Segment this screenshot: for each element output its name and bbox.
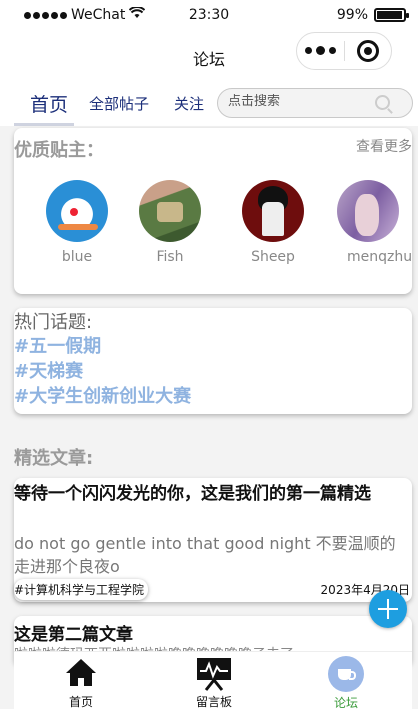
- article-title[interactable]: 这是第二篇文章: [14, 620, 133, 645]
- battery-info: 99%: [336, 7, 409, 23]
- tab-home[interactable]: 首页: [13, 90, 75, 126]
- topic-link[interactable]: #五一假期: [14, 334, 412, 359]
- user-card-sheep[interactable]: Sheep: [241, 180, 305, 265]
- battery-percent: 99%: [336, 7, 368, 23]
- status-bar: WeChat 23:30 99%: [0, 0, 418, 32]
- topic-link[interactable]: #天梯赛: [14, 359, 412, 384]
- featured-articles-heading: 精选文章:: [14, 448, 94, 469]
- user-name: blue: [61, 249, 93, 265]
- tab-all-posts[interactable]: 全部帖子: [89, 93, 149, 114]
- battery-icon: [374, 8, 409, 22]
- home-icon: [66, 659, 96, 691]
- article-title[interactable]: 等待一个闪闪发光的你，这是我们的第一篇精选: [14, 482, 410, 507]
- nav-bar: 论坛: [0, 32, 418, 80]
- topic-link[interactable]: #大学生创新创业大赛: [14, 384, 412, 409]
- search-box[interactable]: [217, 88, 413, 118]
- search-icon[interactable]: [375, 95, 390, 110]
- tabbar-label: 首页: [68, 695, 93, 709]
- top-tabs: 首页 全部帖子 关注: [0, 80, 418, 126]
- tabbar-item-home[interactable]: 首页: [41, 652, 121, 709]
- hot-topics-heading: 热门话题:: [14, 312, 93, 333]
- user-name: menqzhu: [347, 249, 413, 265]
- article-excerpt: do not go gentle into that good night 不要…: [14, 534, 396, 576]
- tab-following[interactable]: 关注: [174, 93, 204, 114]
- search-input[interactable]: [228, 94, 368, 109]
- avatar[interactable]: [46, 180, 108, 242]
- tabbar-item-message-board[interactable]: 留言板: [174, 652, 254, 709]
- tabbar-label: 论坛: [333, 696, 358, 709]
- quality-users-card: 优质贴主： 查看更多 blue Fish Sheep menqzhu: [14, 128, 412, 294]
- more-options-icon[interactable]: [297, 46, 344, 55]
- article-card[interactable]: 等待一个闪闪发光的你，这是我们的第一篇精选 do not go gentle i…: [14, 478, 412, 602]
- user-name: Fish: [156, 249, 184, 265]
- close-mini-program-icon[interactable]: [345, 40, 391, 62]
- article-tag[interactable]: #计算机科学与工程学院: [14, 579, 149, 600]
- quality-users-heading: 优质贴主：: [14, 140, 104, 161]
- avatar[interactable]: [242, 180, 304, 242]
- tabbar-item-forum[interactable]: 论坛: [306, 652, 386, 709]
- user-card-menqzhu[interactable]: menqzhu: [337, 180, 413, 265]
- user-card-blue[interactable]: blue: [45, 180, 109, 265]
- add-post-button[interactable]: [369, 590, 407, 628]
- view-more-link[interactable]: 查看更多: [356, 136, 412, 156]
- avatar[interactable]: [337, 180, 399, 242]
- mini-program-capsule: [296, 32, 392, 70]
- hot-topics-card: 热门话题: #五一假期 #天梯赛 #大学生创新创业大赛: [14, 308, 412, 414]
- user-card-fish[interactable]: Fish: [138, 180, 202, 265]
- message-board-icon: [196, 657, 232, 691]
- user-name: Sheep: [251, 249, 295, 265]
- forum-coffee-icon: [328, 656, 364, 692]
- avatar[interactable]: [139, 180, 201, 242]
- bottom-tab-bar: 首页 留言板 论坛: [14, 651, 412, 709]
- tabbar-label: 留言板: [195, 695, 232, 709]
